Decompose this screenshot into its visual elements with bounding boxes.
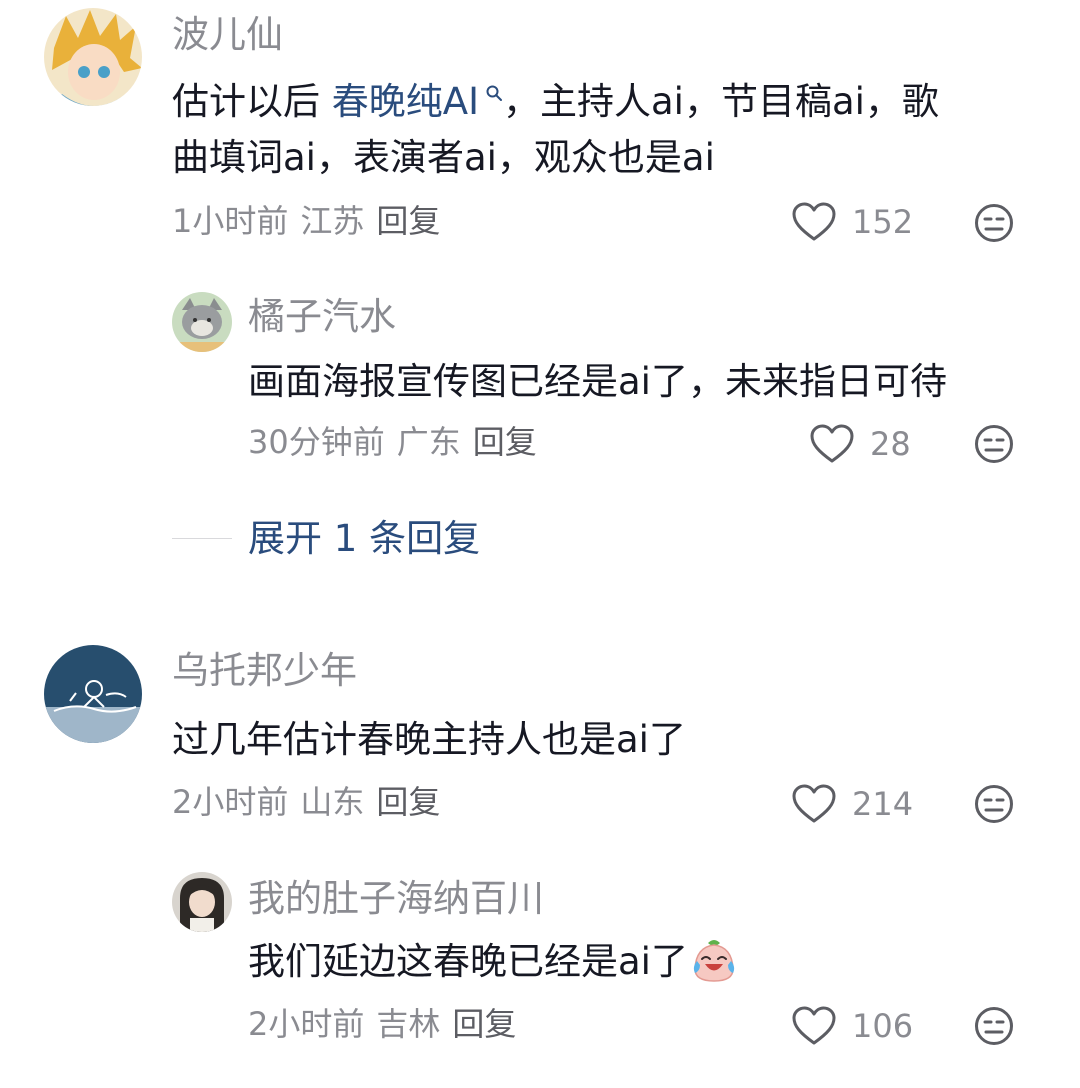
reply-time: 30分钟前 <box>248 423 385 461</box>
like-count: 152 <box>852 203 914 241</box>
reply-content: 我们延边这春晚已经是ai了 <box>248 934 738 990</box>
avatar[interactable] <box>172 292 232 352</box>
reply-username[interactable]: 橘子汽水 <box>248 298 396 335</box>
avatar-image <box>172 872 232 932</box>
unamused-face-icon[interactable] <box>974 1006 1014 1046</box>
reply-time: 2小时前 <box>248 1005 365 1043</box>
heart-outline-icon <box>792 202 836 241</box>
comment-username[interactable]: 乌托邦少年 <box>172 652 357 689</box>
like-count: 214 <box>852 785 914 823</box>
avatar-image <box>44 8 142 106</box>
reply-location: 广东 <box>396 423 461 461</box>
comment-meta: 1小时前 江苏 回复 <box>172 205 452 237</box>
unamused-face-icon[interactable] <box>974 203 1014 243</box>
avatar-image <box>172 292 232 352</box>
reply-username[interactable]: 我的肚子海纳百川 <box>248 880 544 917</box>
comment-text: ，主持人ai，节目稿ai，歌 <box>503 80 939 123</box>
comment-location: 江苏 <box>300 202 365 240</box>
heart-outline-icon <box>792 1006 836 1045</box>
comment-meta: 2小时前 山东 回复 <box>172 786 452 818</box>
avatar[interactable] <box>44 645 142 743</box>
reply-button[interactable]: 回复 <box>376 202 440 240</box>
like-button[interactable]: 214 <box>792 782 913 826</box>
like-button[interactable]: 152 <box>792 200 913 244</box>
topic-link-label: 春晚纯AI <box>331 80 479 123</box>
comment-content-line: 曲填词ai，表演者ai，观众也是ai <box>172 136 715 179</box>
divider <box>172 538 232 539</box>
expand-replies-button[interactable]: 展开 1 条回复 <box>248 520 480 557</box>
reply-text: 我们延边这春晚已经是ai了 <box>248 940 688 983</box>
like-button[interactable]: 28 <box>810 422 911 466</box>
unamused-face-icon[interactable] <box>974 424 1014 464</box>
avatar-image <box>44 645 142 743</box>
comment-location: 山东 <box>300 783 365 821</box>
like-button[interactable]: 106 <box>792 1004 913 1048</box>
comment-content: 过几年估计春晚主持人也是ai了 <box>172 718 686 761</box>
reply-meta: 2小时前 吉林 回复 <box>248 1008 528 1040</box>
heart-outline-icon <box>810 424 854 463</box>
comment-time: 2小时前 <box>172 783 289 821</box>
heart-outline-icon <box>792 784 836 823</box>
topic-link[interactable]: 春晚纯AI <box>332 80 503 123</box>
reply-meta: 30分钟前 广东 回复 <box>248 426 549 458</box>
like-count: 106 <box>852 1007 914 1045</box>
search-icon <box>486 85 502 101</box>
unamused-face-icon[interactable] <box>974 784 1014 824</box>
reply-content: 画面海报宣传图已经是ai了，未来指日可待 <box>248 360 947 403</box>
reply-button[interactable]: 回复 <box>376 783 440 821</box>
reply-button[interactable]: 回复 <box>473 423 537 461</box>
avatar[interactable] <box>172 872 232 932</box>
like-count: 28 <box>870 425 911 463</box>
comment-content-line: 估计以后 春晚纯AI ，主持人ai，节目稿ai，歌 <box>172 74 939 130</box>
comment-time: 1小时前 <box>172 202 289 240</box>
reply-button[interactable]: 回复 <box>452 1005 516 1043</box>
comment-text: 估计以后 <box>172 80 332 123</box>
crying-laughing-emoji-icon <box>693 939 735 982</box>
comment-username[interactable]: 波儿仙 <box>172 16 283 53</box>
comment-content: 估计以后 春晚纯AI ，主持人ai，节目稿ai，歌 曲填词ai，表演者ai，观众也… <box>172 74 939 186</box>
reply-location: 吉林 <box>376 1005 441 1043</box>
avatar[interactable] <box>44 8 142 106</box>
